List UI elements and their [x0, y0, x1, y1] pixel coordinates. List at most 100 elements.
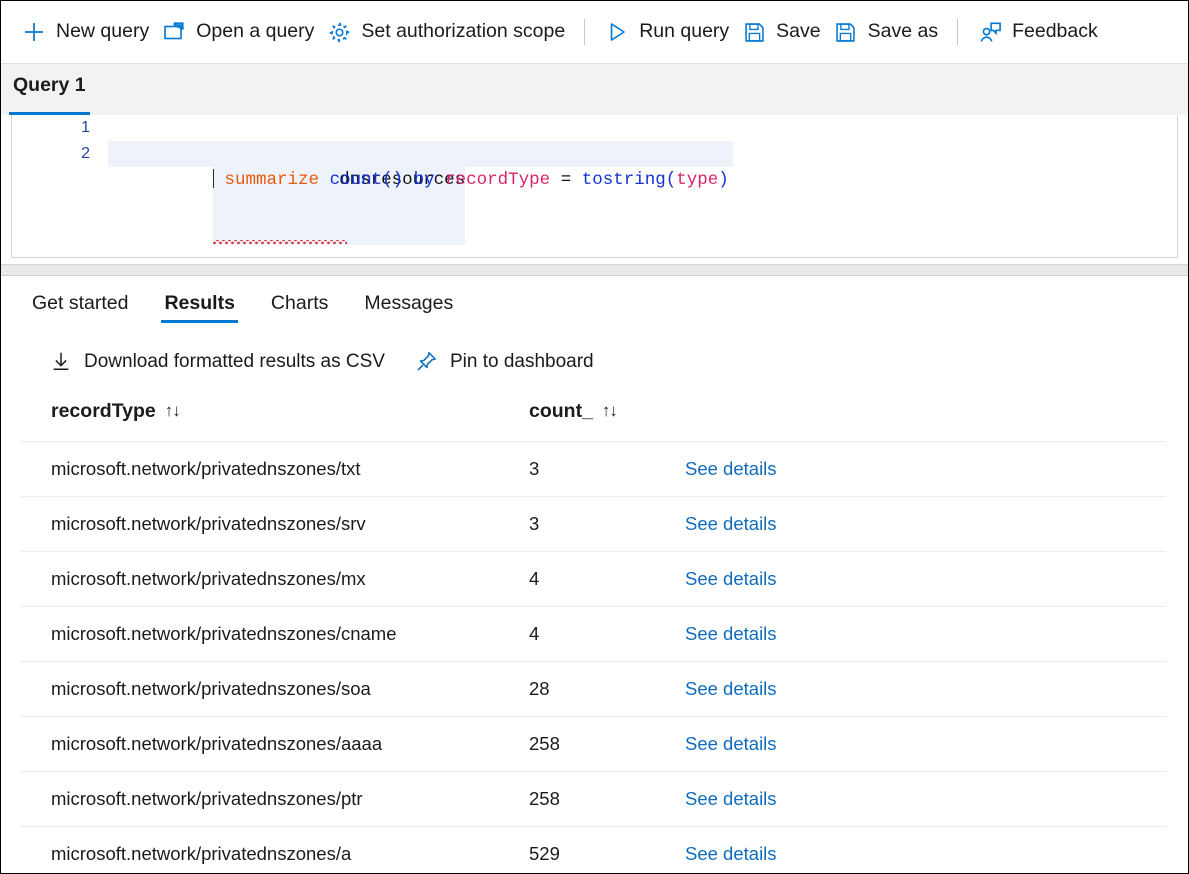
editor-code-area[interactable]: dnsresources summarize count() by record…: [108, 115, 1177, 257]
cell-see-details: See details: [655, 662, 1166, 717]
see-details-link[interactable]: See details: [685, 458, 777, 479]
results-action-bar: Download formatted results as CSV Pin to…: [1, 332, 1188, 390]
new-query-label: New query: [56, 22, 149, 42]
tab-messages[interactable]: Messages: [351, 276, 466, 332]
code-line-2: summarize count() by recordType = tostri…: [108, 141, 733, 167]
cell-see-details: See details: [655, 607, 1166, 662]
set-authorization-scope-button[interactable]: Set authorization scope: [320, 12, 571, 52]
results-table: recordType↑↓ count_ ↑↓ microsoft.network/…: [21, 390, 1166, 874]
tab-get-started[interactable]: Get started: [19, 276, 141, 332]
query-tab-strip: Query 1: [1, 63, 1188, 115]
table-row: microsoft.network/privatednszones/a 529 …: [21, 827, 1166, 874]
save-button[interactable]: Save: [735, 12, 826, 52]
cell-count: 258: [499, 717, 655, 772]
line-number: 1: [12, 115, 100, 141]
see-details-link[interactable]: See details: [685, 843, 777, 864]
feedback-label: Feedback: [1012, 22, 1098, 42]
code-token-paren-open: (: [382, 170, 393, 190]
run-query-button[interactable]: Run query: [598, 12, 735, 52]
column-header-recordtype[interactable]: recordType↑↓: [21, 390, 499, 442]
table-body: microsoft.network/privatednszones/txt 3 …: [21, 442, 1166, 874]
save-as-button[interactable]: Save as: [827, 12, 944, 52]
cell-see-details: See details: [655, 497, 1166, 552]
code-token-summarize: summarize: [225, 170, 320, 190]
toolbar-divider-1: [584, 19, 585, 45]
pin-icon: [415, 349, 439, 373]
table-row: microsoft.network/privatednszones/ptr 25…: [21, 772, 1166, 827]
tab-results[interactable]: Results: [151, 276, 247, 332]
save-as-icon: [833, 19, 859, 45]
line-number: 2: [12, 141, 100, 167]
code-token-type: type: [676, 170, 718, 190]
table-row: microsoft.network/privatednszones/aaaa 2…: [21, 717, 1166, 772]
run-query-label: Run query: [639, 22, 729, 42]
tab-charts[interactable]: Charts: [258, 276, 341, 332]
code-token-by: by: [414, 170, 435, 190]
cell-count: 3: [499, 442, 655, 497]
person-feedback-icon: [977, 19, 1003, 45]
pin-to-dashboard-label: Pin to dashboard: [450, 352, 594, 371]
cell-see-details: See details: [655, 772, 1166, 827]
plus-icon: [21, 19, 47, 45]
column-header-count[interactable]: count_ ↑↓: [499, 390, 655, 442]
cell-recordtype: microsoft.network/privatednszones/txt: [21, 442, 499, 497]
tab-charts-label: Charts: [271, 294, 328, 314]
query-tab-label: Query 1: [13, 74, 86, 96]
editor-results-divider: [1, 264, 1188, 276]
open-query-label: Open a query: [196, 22, 314, 42]
play-icon: [604, 19, 630, 45]
results-table-wrapper: recordType↑↓ count_ ↑↓ microsoft.network/…: [1, 390, 1188, 874]
cell-see-details: See details: [655, 827, 1166, 874]
error-squiggle-underline: [213, 240, 347, 244]
resource-graph-explorer: New query Open a query: [0, 0, 1189, 874]
tab-get-started-label: Get started: [32, 294, 128, 314]
cell-see-details: See details: [655, 552, 1166, 607]
code-line-1: dnsresources: [108, 115, 1177, 141]
cell-recordtype: microsoft.network/privatednszones/a: [21, 827, 499, 874]
editor-gutter: 1 2: [12, 115, 100, 257]
save-label: Save: [776, 22, 820, 42]
tab-results-label: Results: [164, 294, 234, 314]
cell-count: 4: [499, 552, 655, 607]
download-csv-button[interactable]: Download formatted results as CSV: [49, 349, 385, 373]
code-token-equals: =: [561, 170, 572, 190]
code-token-tostring: tostring: [582, 170, 666, 190]
table-header-row: recordType↑↓ count_ ↑↓: [21, 390, 1166, 442]
set-authorization-scope-label: Set authorization scope: [361, 22, 565, 42]
tab-messages-label: Messages: [364, 294, 453, 314]
new-query-button[interactable]: New query: [15, 12, 155, 52]
see-details-link[interactable]: See details: [685, 678, 777, 699]
cell-recordtype: microsoft.network/privatednszones/soa: [21, 662, 499, 717]
code-token-count: count: [330, 170, 383, 190]
cell-recordtype: microsoft.network/privatednszones/mx: [21, 552, 499, 607]
cell-count: 4: [499, 607, 655, 662]
column-header-count-label: count_: [529, 400, 593, 422]
query-tab-query-1[interactable]: Query 1: [1, 64, 100, 115]
gear-icon: [326, 19, 352, 45]
query-editor[interactable]: 1 2 dnsresources summarize count() by re…: [11, 115, 1178, 258]
see-details-link[interactable]: See details: [685, 623, 777, 644]
toolbar-divider-2: [957, 19, 958, 45]
table-row: microsoft.network/privatednszones/srv 3 …: [21, 497, 1166, 552]
folder-open-icon: [161, 19, 187, 45]
see-details-link[interactable]: See details: [685, 788, 777, 809]
feedback-button[interactable]: Feedback: [971, 12, 1104, 52]
code-token-paren2-open: (: [666, 170, 677, 190]
code-token-paren-close: ): [393, 170, 404, 190]
see-details-link[interactable]: See details: [685, 733, 777, 754]
column-header-actions: [655, 390, 1166, 442]
sort-icon[interactable]: ↑↓: [165, 401, 180, 421]
cell-see-details: See details: [655, 442, 1166, 497]
pin-to-dashboard-button[interactable]: Pin to dashboard: [415, 349, 594, 373]
download-icon: [49, 349, 73, 373]
table-row: microsoft.network/privatednszones/soa 28…: [21, 662, 1166, 717]
cell-recordtype: microsoft.network/privatednszones/aaaa: [21, 717, 499, 772]
cell-recordtype: microsoft.network/privatednszones/srv: [21, 497, 499, 552]
command-bar: New query Open a query: [1, 1, 1188, 63]
see-details-link[interactable]: See details: [685, 513, 777, 534]
see-details-link[interactable]: See details: [685, 568, 777, 589]
open-query-button[interactable]: Open a query: [155, 12, 320, 52]
sort-icon[interactable]: ↑↓: [602, 401, 617, 421]
code-token-paren2-close: ): [718, 170, 729, 190]
cell-see-details: See details: [655, 717, 1166, 772]
